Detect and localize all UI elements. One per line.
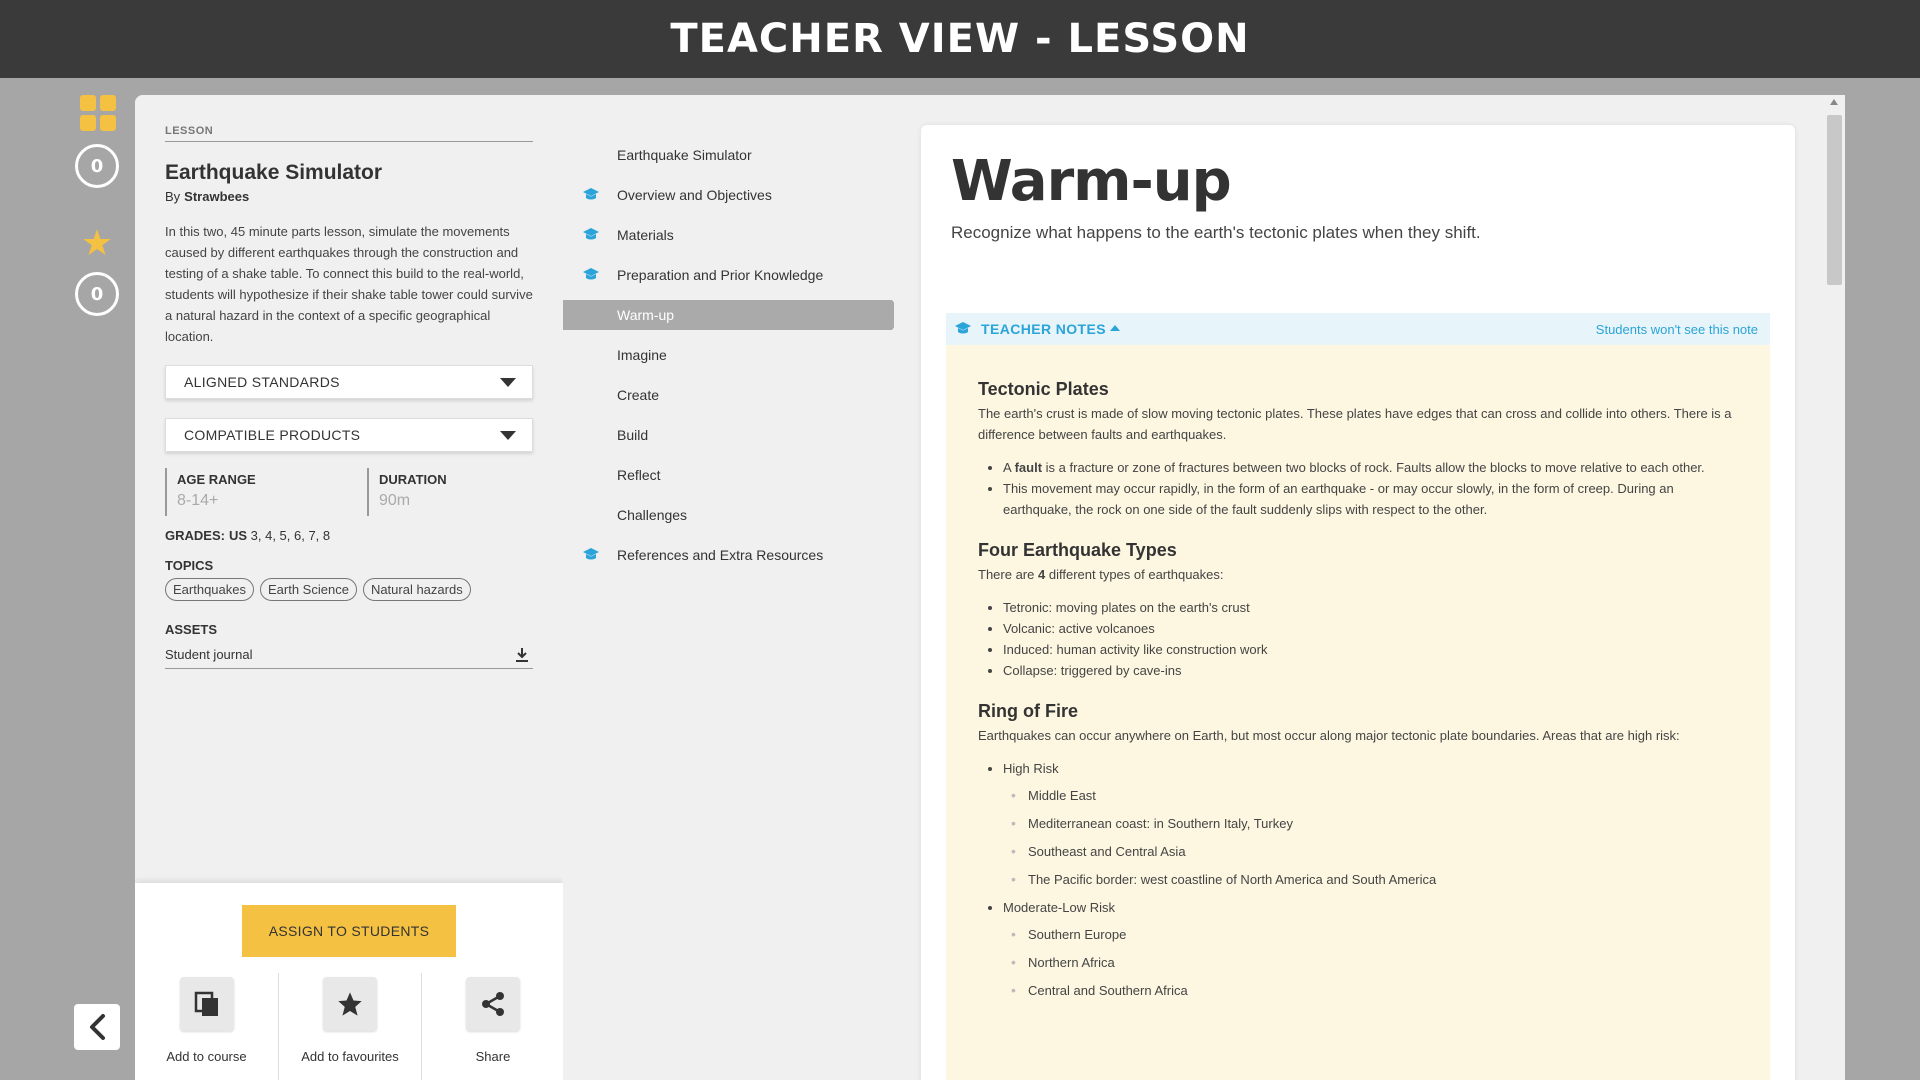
author-line: By Strawbees xyxy=(165,189,250,204)
notes-paragraph: Earthquakes can occur anywhere on Earth,… xyxy=(978,728,1680,743)
count-badge[interactable]: 0 xyxy=(75,144,119,188)
age-range-label: AGE RANGE xyxy=(177,472,256,487)
nav-item-build[interactable]: Build xyxy=(563,420,894,450)
duration-label: DURATION xyxy=(379,472,447,487)
caret-up-icon[interactable] xyxy=(1110,325,1120,331)
nav-item-references[interactable]: References and Extra Resources xyxy=(563,540,894,570)
nav-item-challenges[interactable]: Challenges xyxy=(563,500,894,530)
nav-item-materials[interactable]: Materials xyxy=(563,220,894,250)
notes-heading: Tectonic Plates xyxy=(978,379,1109,399)
section-title: Warm-up xyxy=(951,149,1232,214)
author-name[interactable]: Strawbees xyxy=(184,189,249,204)
notes-paragraph: There are 4 different types of earthquak… xyxy=(978,567,1224,582)
section-content: Warm-up Recognize what happens to the ea… xyxy=(921,125,1795,1080)
lesson-description: In this two, 45 minute parts lesson, sim… xyxy=(165,224,533,344)
action-panel: ASSIGN TO STUDENTS Add to course Add to … xyxy=(135,883,563,1080)
list-item: Volcanic: active volcanoes xyxy=(1003,618,1738,639)
add-to-course-button[interactable]: Add to course xyxy=(135,973,278,1080)
list-item: Northern Africa xyxy=(1007,952,1738,973)
notes-heading: Ring of Fire xyxy=(978,701,1078,721)
teacher-notes-title: TEACHER NOTES xyxy=(981,321,1106,337)
list-item: Induced: human activity like constructio… xyxy=(1003,639,1738,660)
list-item: Southeast and Central Asia xyxy=(1007,841,1738,862)
asset-name: Student journal xyxy=(165,647,253,662)
list-item: The Pacific border: west coastline of No… xyxy=(1007,869,1738,890)
list-item: Moderate-Low Risk Southern Europe Northe… xyxy=(1003,897,1738,1001)
scrollbar-thumb[interactable] xyxy=(1827,115,1842,285)
aligned-standards-dropdown[interactable]: ALIGNED STANDARDS xyxy=(165,365,533,399)
graduation-cap-icon xyxy=(582,267,600,284)
list-item: A fault is a fracture or zone of fractur… xyxy=(1003,457,1738,478)
asset-row[interactable]: Student journal xyxy=(165,641,533,669)
add-to-favourites-button[interactable]: Add to favourites xyxy=(278,973,421,1080)
graduation-cap-icon xyxy=(582,547,600,564)
chevron-left-icon xyxy=(90,1014,105,1040)
graduation-cap-icon xyxy=(582,227,600,244)
topic-chip[interactable]: Earth Science xyxy=(260,578,357,601)
age-range-value: 8-14+ xyxy=(177,492,219,509)
topics-label: TOPICS xyxy=(165,558,214,573)
teacher-notes-hint: Students won't see this note xyxy=(1595,321,1758,337)
content-column: Warm-up Recognize what happens to the ea… xyxy=(894,95,1845,1080)
section-subtitle: Recognize what happens to the earth's te… xyxy=(951,223,1481,242)
lesson-info-panel: LESSON Earthquake Simulator By Strawbees … xyxy=(135,95,563,1080)
page-title: TEACHER VIEW - LESSON xyxy=(670,16,1250,62)
nav-item-create[interactable]: Create xyxy=(563,380,894,410)
graduation-cap-icon xyxy=(582,187,600,204)
nav-item-preparation[interactable]: Preparation and Prior Knowledge xyxy=(563,260,894,290)
back-button[interactable] xyxy=(74,1004,120,1050)
lesson-tag: LESSON xyxy=(165,125,533,142)
compatible-products-dropdown[interactable]: COMPATIBLE PRODUCTS xyxy=(165,418,533,452)
star-icon[interactable]: ★ xyxy=(78,224,116,262)
list-item: Mediterranean coast: in Southern Italy, … xyxy=(1007,813,1738,834)
favourites-count-badge[interactable]: 0 xyxy=(75,272,119,316)
top-bar: TEACHER VIEW - LESSON xyxy=(0,0,1920,78)
nav-item-imagine[interactable]: Imagine xyxy=(563,340,894,370)
caret-down-icon xyxy=(500,378,516,387)
share-button[interactable]: Share xyxy=(421,973,564,1080)
lesson-section-nav: Earthquake Simulator Overview and Object… xyxy=(563,95,904,1080)
topic-chip[interactable]: Natural hazards xyxy=(362,578,471,601)
download-icon[interactable] xyxy=(515,647,529,663)
lesson-card: LESSON Earthquake Simulator By Strawbees … xyxy=(135,95,1845,1080)
lesson-meta: AGE RANGE 8-14+ DURATION 90m xyxy=(165,468,533,516)
duration-value: 90m xyxy=(379,492,411,509)
nav-item-earthquake-simulator[interactable]: Earthquake Simulator xyxy=(563,140,894,170)
topic-chips: Earthquakes Earth Science Natural hazard… xyxy=(165,578,477,601)
caret-down-icon xyxy=(500,431,516,440)
copy-icon xyxy=(194,991,218,1016)
list-item: Middle East xyxy=(1007,785,1738,806)
list-item: Central and Southern Africa xyxy=(1007,980,1738,1001)
grid-icon[interactable] xyxy=(80,95,116,131)
assign-to-students-button[interactable]: ASSIGN TO STUDENTS xyxy=(242,905,456,957)
nav-item-overview[interactable]: Overview and Objectives xyxy=(563,180,894,210)
content-scrollbar[interactable] xyxy=(1824,95,1845,1080)
scroll-up-arrow-icon[interactable] xyxy=(1830,99,1838,105)
list-item: This movement may occur rapidly, in the … xyxy=(1003,478,1738,520)
teacher-notes-header[interactable]: TEACHER NOTES Students won't see this no… xyxy=(946,313,1770,345)
grades: GRADES: US 3, 4, 5, 6, 7, 8 xyxy=(165,528,331,543)
graduation-cap-icon xyxy=(954,321,972,340)
lesson-title: Earthquake Simulator xyxy=(165,161,383,184)
nav-item-warm-up[interactable]: Warm-up xyxy=(563,300,904,330)
notes-heading: Four Earthquake Types xyxy=(978,540,1177,560)
list-item: Southern Europe xyxy=(1007,924,1738,945)
star-icon xyxy=(338,992,362,1016)
list-item: High Risk Middle East Mediterranean coas… xyxy=(1003,758,1738,890)
list-item: Tetronic: moving plates on the earth's c… xyxy=(1003,597,1738,618)
list-item: Collapse: triggered by cave-ins xyxy=(1003,660,1738,681)
notes-paragraph: The earth's crust is made of slow moving… xyxy=(978,406,1732,442)
teacher-notes-body: Tectonic Plates The earth's crust is mad… xyxy=(946,345,1770,1080)
share-icon xyxy=(482,992,504,1016)
topic-chip[interactable]: Earthquakes xyxy=(165,578,254,601)
assets-label: ASSETS xyxy=(165,622,218,637)
nav-item-reflect[interactable]: Reflect xyxy=(563,460,894,490)
